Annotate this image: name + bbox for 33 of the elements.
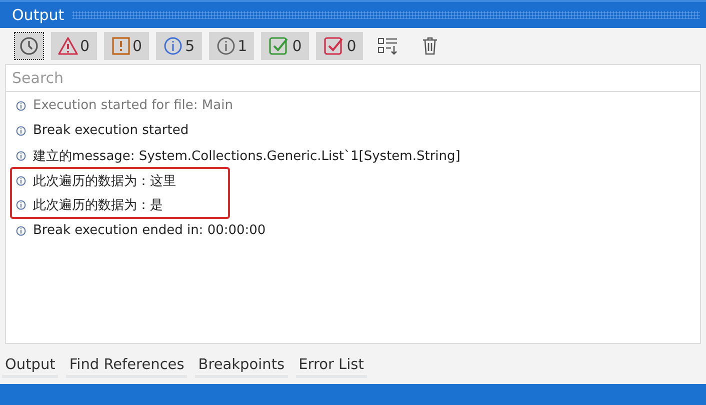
log-message: Execution started for file: Main [33,98,233,113]
window-title: Output [12,6,64,24]
search-field[interactable]: Search [5,64,701,92]
warning-triangle-icon [58,36,78,56]
log-message: Break execution ended in: 00:00:00 [33,223,266,238]
panel-tab[interactable]: Find References [66,350,188,378]
warning-filter-button[interactable]: 0 [104,32,150,60]
log-message: 此次遍历的数据为：是 [33,197,163,214]
info-icon [16,226,26,236]
sort-list-icon [377,36,400,56]
exclamation-square-icon [110,36,131,56]
error-filter-button[interactable]: 0 [51,32,97,60]
panel-tab[interactable]: Breakpoints [195,350,288,378]
info-icon [16,200,26,210]
trace-filter-button[interactable]: 1 [208,32,254,60]
log-message: 建立的message: System.Collections.Generic.List`1[System.String] [33,148,460,164]
info-icon [16,176,26,186]
info-icon [16,100,26,110]
log-message: Break execution started [33,123,189,138]
passed-filter-button[interactable]: 0 [261,32,309,60]
info-icon [216,36,236,56]
info-filter-button[interactable]: 5 [156,32,202,60]
clock-icon [19,36,39,56]
failed-filter-button[interactable]: 0 [316,32,364,60]
log-message: 此次遍历的数据为：这里 [33,173,176,190]
checkbox-icon [268,36,290,56]
time-filter-button[interactable] [14,32,44,60]
panel-tab[interactable]: Error List [296,350,367,378]
panel-tab[interactable]: Output [2,350,58,378]
info-icon [16,126,26,136]
checkbox-icon [322,36,345,56]
info-icon [163,36,184,56]
info-icon [16,150,26,160]
